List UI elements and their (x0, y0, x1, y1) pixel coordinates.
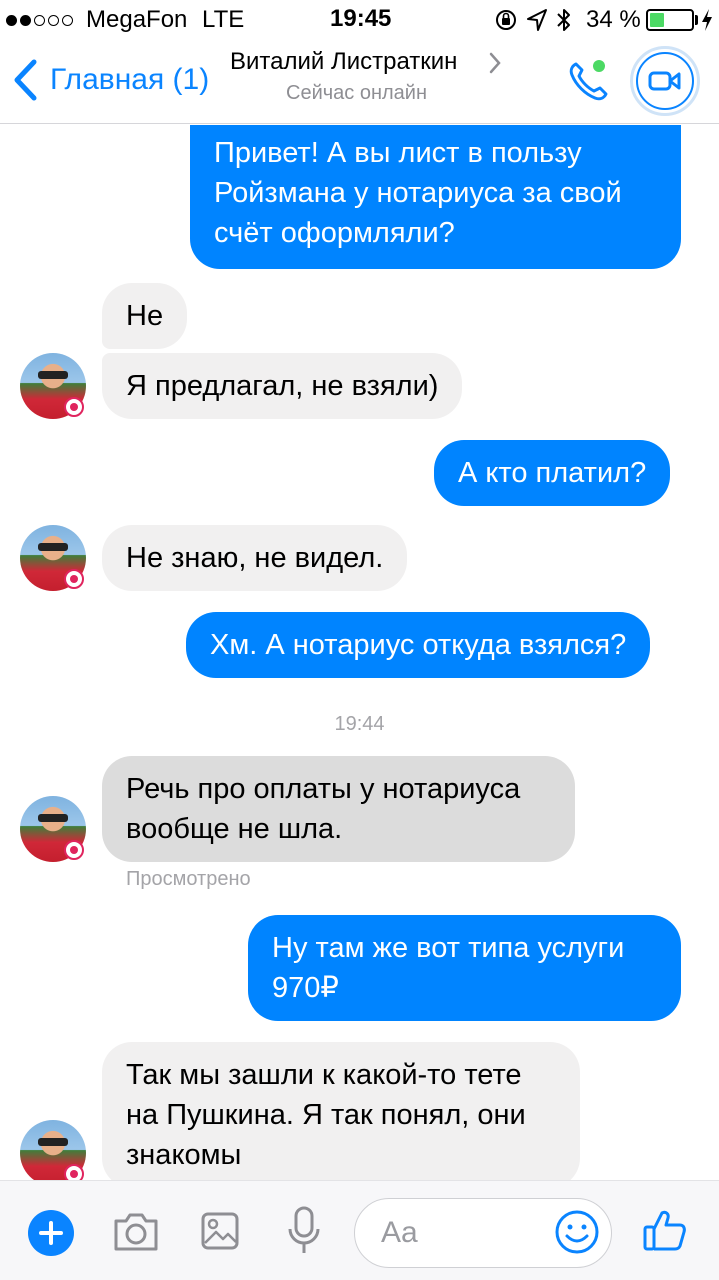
messenger-badge-icon (64, 840, 84, 860)
carrier-name: MegaFon (86, 6, 188, 33)
messenger-badge-icon (64, 397, 84, 417)
incoming-message[interactable]: Так мы зашли к какой-то тете на Пушкина.… (102, 1042, 580, 1180)
message-line: на Пушкина. Я так понял, они (126, 1099, 526, 1131)
message-text: Хм. А нотариус откуда взялся? (210, 629, 627, 661)
avatar-glasses (38, 371, 68, 379)
network-type: LTE (202, 6, 245, 33)
outgoing-message[interactable]: А кто платил? (434, 440, 671, 506)
chat-header: Главная (1) Виталий Листраткин Сейчас он… (0, 40, 719, 124)
back-button-label: Главная (1) (50, 63, 210, 96)
chevron-left-icon (14, 59, 37, 101)
message-line: Так мы зашли к какой-то тете (126, 1059, 522, 1091)
message-composer (0, 1180, 719, 1280)
video-camera-icon (648, 71, 681, 91)
status-bar: MegaFon LTE 19:45 34 % (0, 0, 719, 40)
message-line: Речь про оплаты у нотариуса (126, 773, 521, 805)
phone-call-icon[interactable] (566, 58, 612, 104)
avatar-glasses (38, 814, 68, 822)
emoji-icon[interactable] (554, 1209, 600, 1255)
camera-icon[interactable] (112, 1211, 160, 1253)
avatar-glasses (38, 1138, 68, 1146)
battery-percent: 34 % (586, 6, 641, 33)
message-line: Ну там же вот типа услуги (272, 932, 625, 964)
incoming-message[interactable]: Не знаю, не видел. (102, 525, 408, 591)
gallery-icon[interactable] (200, 1211, 240, 1251)
message-list[interactable]: Привет! А вы лист в пользу Ройзмана у но… (0, 125, 719, 1180)
back-button[interactable]: Главная (1) (12, 58, 209, 102)
video-call-button[interactable] (630, 46, 700, 116)
message-text: Не (126, 300, 164, 332)
outgoing-message[interactable]: Привет! А вы лист в пользу Ройзмана у но… (190, 125, 681, 269)
message-line: вообще не шла. (126, 813, 343, 845)
rotation-lock-icon (496, 10, 516, 30)
seen-receipt: Просмотрено (126, 868, 251, 890)
video-call-inner-ring (636, 52, 694, 110)
messenger-badge-icon (64, 569, 84, 589)
charging-bolt-icon (702, 9, 712, 31)
incoming-message[interactable]: Не (102, 283, 188, 349)
incoming-message[interactable]: Я предлагал, не взяли) (102, 353, 463, 419)
outgoing-message[interactable]: Ну там же вот типа услуги 970₽ (248, 915, 681, 1021)
clock: 19:45 (330, 5, 392, 32)
chevron-right-icon[interactable] (488, 52, 502, 74)
message-text: Не знаю, не видел. (126, 542, 384, 574)
incoming-message[interactable]: Речь про оплаты у нотариуса вообще не шл… (102, 756, 575, 862)
thumbs-up-icon[interactable] (642, 1207, 688, 1253)
plus-icon[interactable] (28, 1210, 74, 1256)
battery-level-fill (650, 13, 664, 27)
microphone-icon[interactable] (286, 1205, 322, 1257)
battery-tip (695, 15, 698, 25)
battery-icon (646, 9, 694, 31)
avatar-glasses (38, 543, 68, 551)
outgoing-message[interactable]: Хм. А нотариус откуда взялся? (186, 612, 651, 678)
messenger-chat-screen: MegaFon LTE 19:45 34 % Главная (1) Витал… (0, 0, 719, 1280)
message-line: Привет! А вы лист в пользу (214, 137, 582, 169)
contact-online-status: Сейчас онлайн (286, 82, 428, 104)
message-line: Ройзмана у нотариуса за свой (214, 177, 622, 209)
message-input[interactable] (381, 1213, 551, 1253)
message-line: счёт оформляли? (214, 217, 455, 249)
time-divider: 19:44 (334, 713, 385, 735)
message-line: знакомы (126, 1139, 242, 1171)
message-line: 970₽ (272, 972, 339, 1004)
signal-strength-icon (6, 8, 73, 32)
message-text: Я предлагал, не взяли) (126, 370, 439, 402)
message-text: А кто платил? (458, 457, 647, 489)
bluetooth-icon (557, 9, 570, 31)
location-arrow-icon (527, 9, 547, 31)
messenger-badge-icon (64, 1164, 84, 1180)
contact-name[interactable]: Виталий Листраткин (230, 48, 457, 76)
